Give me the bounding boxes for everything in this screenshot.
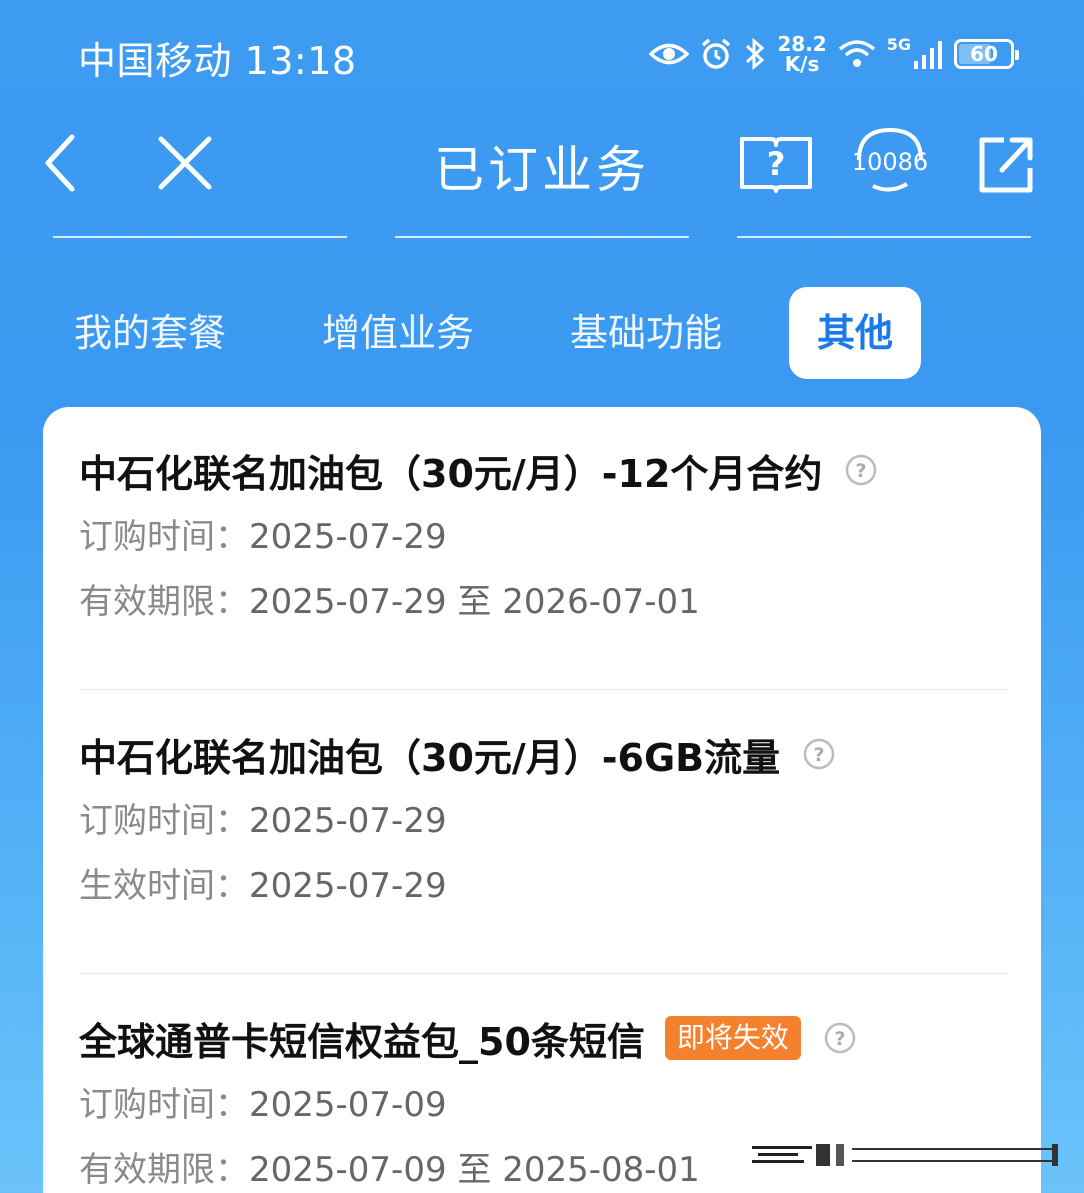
watermark-icon <box>752 1140 1062 1170</box>
customer-service-button[interactable]: 10086 <box>850 124 930 200</box>
row-label: 有效期限： <box>79 582 249 622</box>
row-value: 2025-07-29 至 2026-07-01 <box>249 582 700 622</box>
divider <box>79 689 1009 690</box>
status-bar: 中国移动 13:18 28.2 K/s 5G 60 <box>0 0 1084 110</box>
svg-text:?: ? <box>856 460 867 482</box>
eye-comfort-icon <box>649 39 690 69</box>
item-title: 全球通普卡短信权益包_50条短信 <box>79 1019 645 1064</box>
order-time-row: 订购时间：2025-07-09 <box>79 1083 1009 1127</box>
row-value: 2025-07-09 <box>249 1085 447 1125</box>
tab-bar: 我的套餐 增值业务 基础功能 其他 <box>0 287 1084 379</box>
question-icon[interactable]: ? <box>823 1021 857 1055</box>
row-value: 2025-07-29 <box>249 801 447 841</box>
bluetooth-icon <box>743 37 767 71</box>
list-item[interactable]: 中石化联名加油包（30元/月）-12个月合约 ? 订购时间：2025-07-29… <box>79 445 1009 624</box>
row-label: 有效期限： <box>79 1150 249 1190</box>
svg-text:?: ? <box>814 744 825 766</box>
nav-bar: 已订业务 ? 10086 <box>0 110 1084 220</box>
svg-text:?: ? <box>767 145 786 183</box>
order-time-row: 订购时间：2025-07-29 <box>79 799 1009 843</box>
row-label: 订购时间： <box>79 801 249 841</box>
carrier-time: 中国移动 13:18 <box>78 39 357 83</box>
nav-underlines <box>0 236 1084 239</box>
help-button[interactable]: ? <box>736 128 816 198</box>
help-book-icon: ? <box>740 137 812 193</box>
item-title: 中石化联名加油包（30元/月）-6GB流量 <box>79 735 781 780</box>
network-type: 5G <box>886 35 911 54</box>
divider <box>79 973 1009 974</box>
share-button[interactable] <box>970 128 1042 200</box>
effective-time-row: 生效时间：2025-07-29 <box>79 864 1009 908</box>
validity-row: 有效期限：2025-07-29 至 2026-07-01 <box>79 580 1009 624</box>
battery-level: 60 <box>970 42 998 66</box>
item-title: 中石化联名加油包（30元/月）-12个月合约 <box>79 451 823 496</box>
network-speed: 28.2 K/s <box>777 34 826 74</box>
tab-basic-functions[interactable]: 基础功能 <box>558 287 734 379</box>
wifi-icon <box>837 39 877 69</box>
row-value: 2025-07-29 <box>249 866 447 906</box>
speed-unit: K/s <box>784 52 820 76</box>
tab-other[interactable]: 其他 <box>789 287 921 379</box>
speed-value: 28.2 <box>777 32 827 56</box>
row-label: 订购时间： <box>79 517 249 557</box>
row-value: 2025-07-29 <box>249 517 447 557</box>
row-value: 2025-07-09 至 2025-08-01 <box>249 1150 700 1190</box>
service-number: 10086 <box>851 148 929 176</box>
tab-my-plan[interactable]: 我的套餐 <box>62 287 238 379</box>
status-icons: 28.2 K/s 5G 60 <box>649 30 1019 78</box>
list-item[interactable]: 中石化联名加油包（30元/月）-6GB流量 ? 订购时间：2025-07-29 … <box>79 729 1009 908</box>
expiring-badge: 即将失效 <box>664 1016 801 1060</box>
row-label: 生效时间： <box>79 866 249 906</box>
question-icon[interactable]: ? <box>844 453 878 487</box>
tab-value-added[interactable]: 增值业务 <box>310 287 486 379</box>
subscription-list-card: 中石化联名加油包（30元/月）-12个月合约 ? 订购时间：2025-07-29… <box>43 407 1041 1193</box>
question-icon[interactable]: ? <box>802 737 836 771</box>
row-label: 订购时间： <box>79 1085 249 1125</box>
battery-icon: 60 <box>954 39 1019 69</box>
alarm-icon <box>699 37 733 71</box>
order-time-row: 订购时间：2025-07-29 <box>79 515 1009 559</box>
cell-signal-icon: 5G <box>887 35 944 69</box>
share-icon <box>979 137 1033 193</box>
svg-text:?: ? <box>834 1028 845 1050</box>
